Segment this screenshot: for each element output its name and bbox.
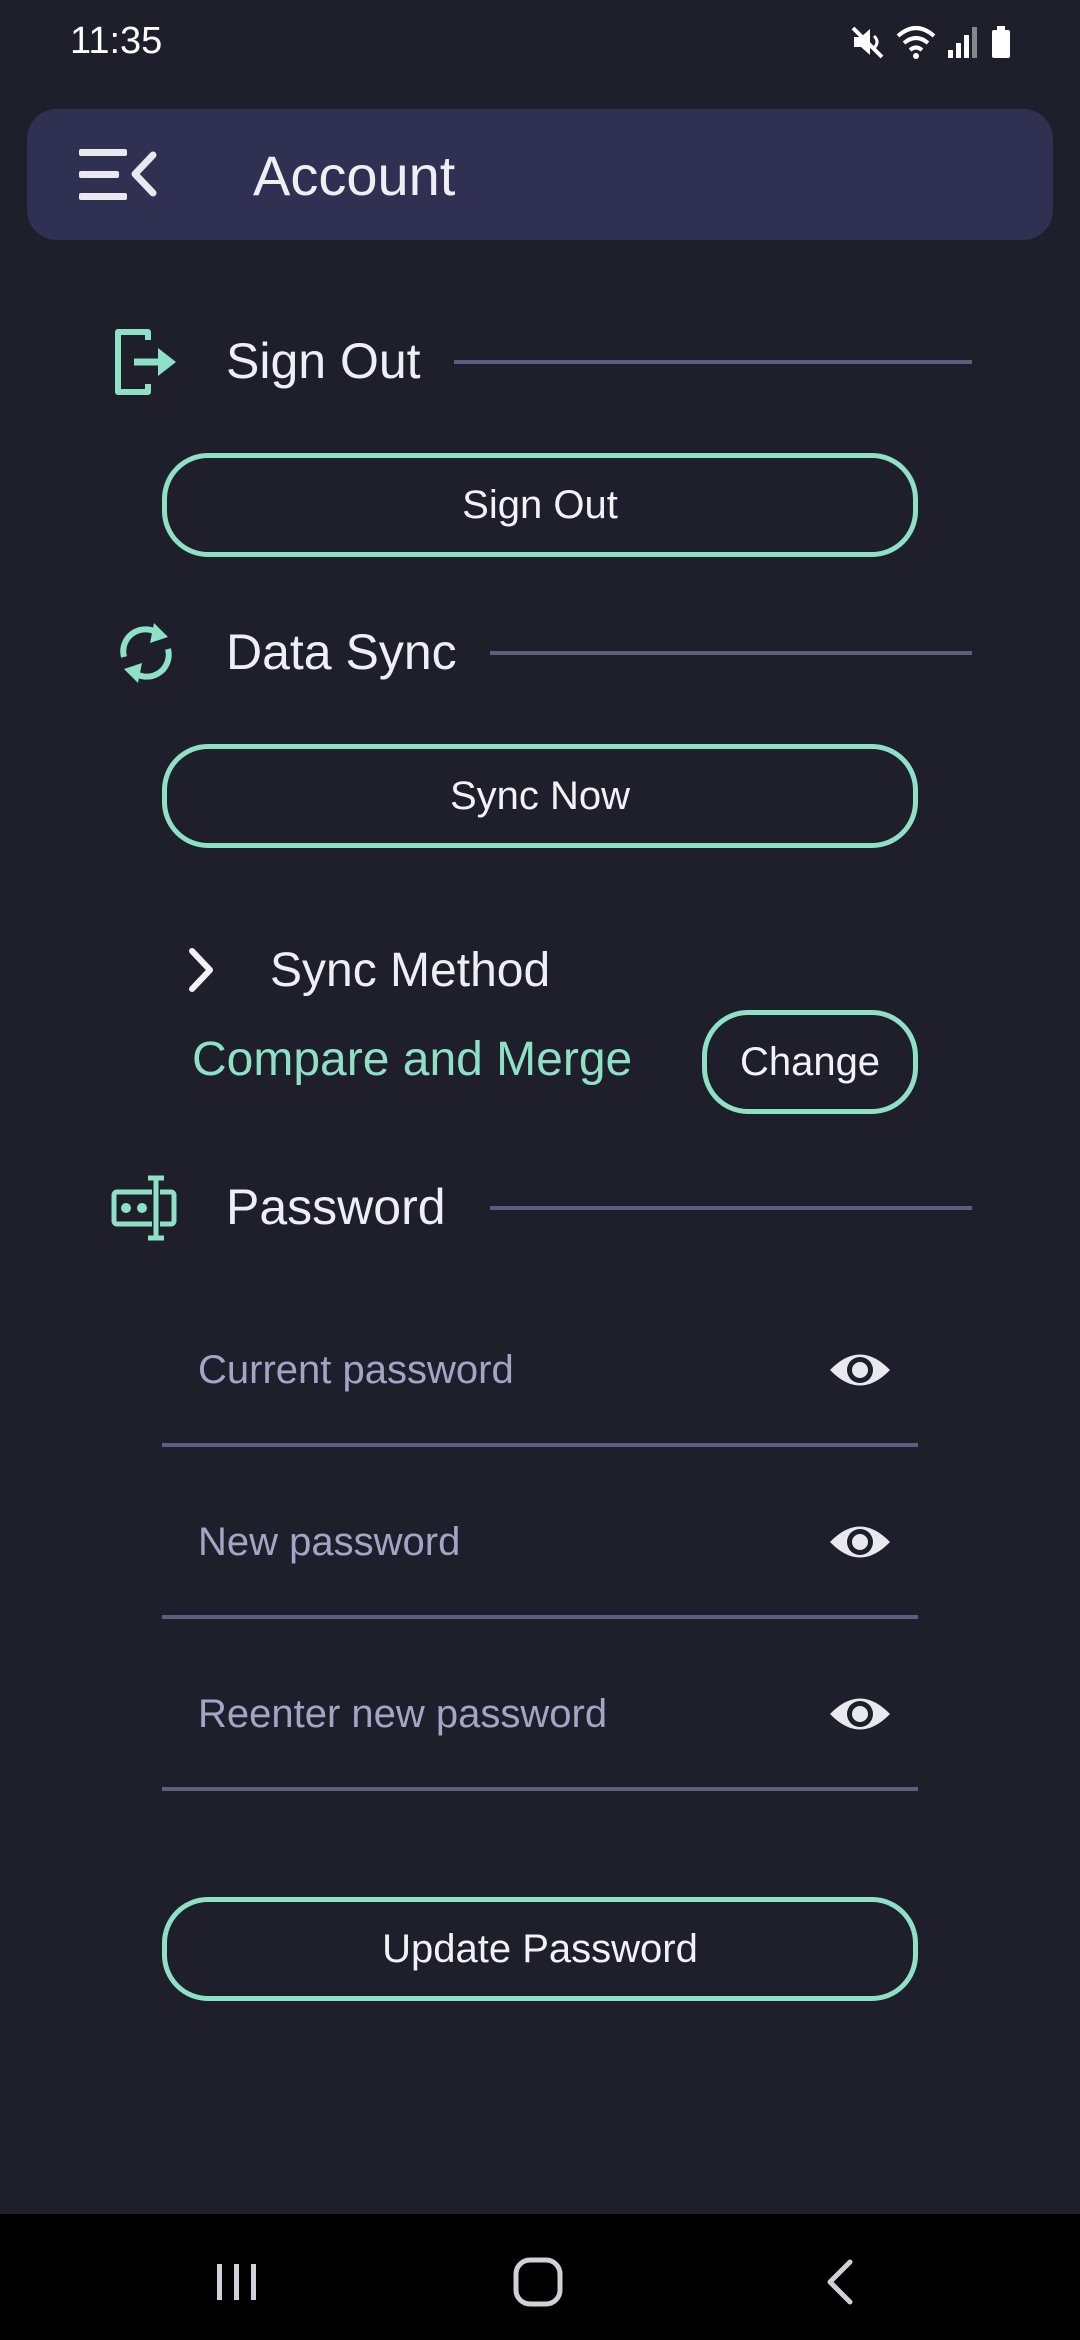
password-icon (111, 1175, 177, 1241)
field-underline (162, 1615, 918, 1619)
sync-method-toggle[interactable]: Sync Method (180, 935, 780, 1005)
status-time: 11:35 (70, 20, 163, 62)
logout-icon (115, 329, 176, 395)
navigation-bar (0, 2214, 1080, 2340)
status-icons (850, 22, 1012, 62)
eye-icon[interactable] (828, 1517, 892, 1567)
battery-icon (992, 26, 1010, 58)
chevron-right-icon (189, 948, 213, 992)
eye-icon[interactable] (828, 1689, 892, 1739)
change-sync-method-button[interactable]: Change (702, 1010, 918, 1114)
new-password-input[interactable] (162, 1469, 918, 1615)
sync-method-title: Sync Method (270, 944, 551, 997)
eye-icon[interactable] (828, 1345, 892, 1395)
data-sync-section-title: Data Sync (226, 624, 457, 680)
sign-out-button[interactable]: Sign Out (162, 453, 918, 557)
sign-out-section-title: Sign Out (226, 333, 421, 389)
update-password-button[interactable]: Update Password (162, 1897, 918, 2001)
data-sync-section-header: Data Sync (0, 607, 1080, 697)
section-divider (454, 360, 972, 364)
wifi-icon (896, 26, 936, 59)
signal-icon (948, 27, 977, 58)
current-password-field (162, 1297, 918, 1447)
sync-now-button[interactable]: Sync Now (162, 744, 918, 848)
password-section-title: Password (226, 1179, 446, 1235)
sync-icon (120, 623, 172, 683)
section-divider (490, 1206, 972, 1210)
sync-method-value: Compare and Merge (192, 1033, 633, 1086)
home-icon[interactable] (508, 2252, 568, 2312)
field-underline (162, 1787, 918, 1791)
back-icon[interactable] (812, 2252, 872, 2312)
menu-collapse-icon[interactable] (79, 147, 159, 203)
sign-out-section-header: Sign Out (0, 316, 1080, 406)
field-underline (162, 1443, 918, 1447)
password-section-header: Password (0, 1162, 1080, 1252)
reenter-password-field (162, 1641, 918, 1791)
reenter-password-input[interactable] (162, 1641, 918, 1787)
page-title: Account (253, 144, 456, 207)
section-divider (490, 651, 972, 655)
mute-icon (851, 26, 884, 59)
recents-icon[interactable] (207, 2252, 267, 2312)
status-bar: 11:35 (0, 0, 1080, 90)
app-bar: Account (27, 109, 1053, 240)
current-password-input[interactable] (162, 1297, 918, 1443)
new-password-field (162, 1469, 918, 1619)
